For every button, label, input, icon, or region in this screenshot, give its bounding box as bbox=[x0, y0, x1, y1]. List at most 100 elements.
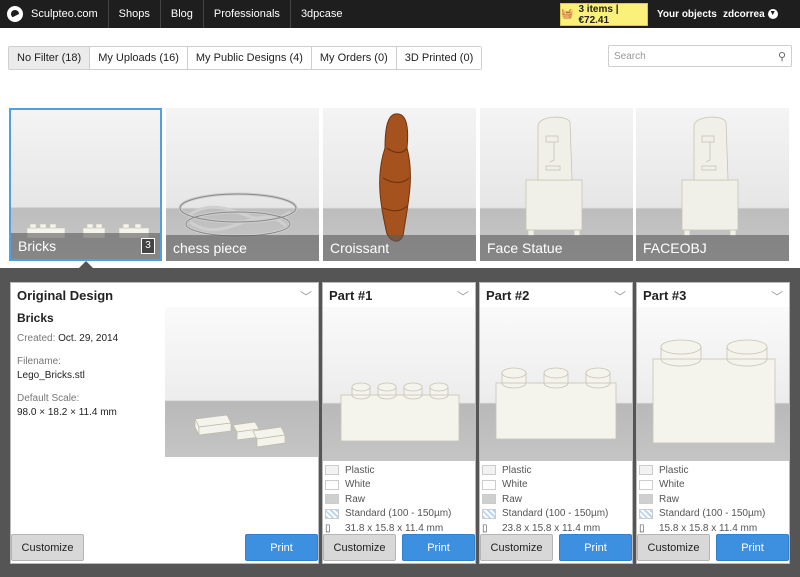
print-button[interactable]: Print bbox=[245, 534, 318, 561]
print-button[interactable]: Print bbox=[402, 534, 475, 561]
material-swatch-icon bbox=[482, 465, 496, 475]
spec-dimensions: ▯ 31.8 x 15.8 x 11.4 mm bbox=[323, 521, 475, 535]
thumbnail-croissant[interactable]: Croissant bbox=[323, 108, 476, 261]
logo-link[interactable]: Sculpteo.com bbox=[0, 0, 109, 28]
brick-2x2-render bbox=[652, 339, 776, 444]
ruler-icon: ▯ bbox=[482, 523, 488, 534]
filter-tabs: No Filter (18) My Uploads (16) My Public… bbox=[8, 46, 483, 70]
chevron-down-icon[interactable]: ﹀ bbox=[771, 288, 783, 305]
spec-value: White bbox=[502, 479, 528, 490]
top-navbar: Sculpteo.com Shops Blog Professionals 3d… bbox=[0, 0, 800, 28]
thumbnail-title: Face Statue bbox=[480, 235, 633, 261]
default-scale-value: 98.0 × 18.2 × 11.4 mm bbox=[17, 407, 117, 418]
thumbnail-title: Bricks bbox=[11, 233, 160, 259]
bricks-render bbox=[194, 414, 286, 448]
thumbnail-faceobj[interactable]: FACEOBJ bbox=[636, 108, 789, 261]
customize-button[interactable]: Customize bbox=[11, 534, 84, 561]
quality-swatch-icon bbox=[325, 508, 339, 519]
card-title: Part #3 bbox=[643, 287, 687, 303]
chevron-down-icon[interactable]: ﹀ bbox=[614, 288, 626, 305]
thumbnail-face-statue[interactable]: Face Statue bbox=[480, 108, 633, 261]
spec-quality: Standard (100 - 150µm) bbox=[323, 507, 475, 521]
chevron-down-icon: ▼ bbox=[767, 9, 778, 19]
spec-color: White bbox=[480, 478, 632, 492]
card-title: Part #1 bbox=[329, 287, 373, 303]
created-value: Oct. 29, 2014 bbox=[58, 333, 119, 344]
spec-material: Plastic bbox=[480, 463, 632, 477]
ruler-icon: ▯ bbox=[325, 523, 331, 534]
part-card-1: Part #1 ﹀ Plastic White Raw Standard (10… bbox=[322, 282, 476, 564]
spec-value: Standard (100 - 150µm) bbox=[345, 508, 452, 519]
card-header: Part #1 ﹀ bbox=[323, 283, 475, 307]
spec-value: 15.8 x 15.8 x 11.4 mm bbox=[659, 522, 758, 534]
filter-my-uploads[interactable]: My Uploads (16) bbox=[90, 47, 188, 69]
spec-value: Standard (100 - 150µm) bbox=[502, 508, 609, 519]
design-info: Bricks Created: Oct. 29, 2014 Filename: … bbox=[17, 311, 167, 418]
filename-value: Lego_Bricks.stl bbox=[17, 370, 85, 381]
part-specs: Plastic White Raw Standard (100 - 150µm)… bbox=[637, 463, 789, 536]
color-swatch-icon bbox=[639, 479, 653, 490]
spec-value: Raw bbox=[345, 493, 366, 505]
cart-button[interactable]: 🧺 3 items | €72.41 bbox=[560, 3, 648, 26]
spec-quality: Standard (100 - 150µm) bbox=[480, 507, 632, 521]
original-design-card: Original Design ﹀ Bricks Created: Oct. 2… bbox=[10, 282, 319, 564]
thumbnail-bricks[interactable]: Bricks 3 bbox=[9, 108, 162, 261]
ruler-icon: ▯ bbox=[639, 523, 645, 534]
card-title: Original Design bbox=[17, 287, 114, 303]
search-input[interactable] bbox=[609, 46, 769, 67]
card-title: Part #2 bbox=[486, 287, 530, 303]
default-scale-label: Default Scale: bbox=[17, 393, 80, 404]
filter-count: (0) bbox=[459, 52, 474, 64]
your-objects-link[interactable]: Your objects bbox=[657, 0, 717, 28]
thumbnail-chess-piece[interactable]: chess piece bbox=[166, 108, 319, 261]
thumbnail-title: FACEOBJ bbox=[636, 235, 789, 261]
user-menu[interactable]: zdcorrea ▼ bbox=[723, 0, 778, 28]
spec-value: Raw bbox=[502, 493, 523, 505]
print-button[interactable]: Print bbox=[559, 534, 632, 561]
part-specs: Plastic White Raw Standard (100 - 150µm)… bbox=[323, 463, 475, 536]
nav-professionals[interactable]: Professionals bbox=[204, 0, 291, 28]
color-swatch-icon bbox=[482, 479, 496, 490]
filter-label: My Public Designs bbox=[195, 52, 287, 64]
filter-count: (4) bbox=[289, 52, 303, 64]
search-box: ⚲ bbox=[608, 45, 792, 67]
nav-3dpcase[interactable]: 3dpcase bbox=[291, 0, 353, 28]
filter-my-orders[interactable]: My Orders (0) bbox=[311, 47, 397, 69]
created-label: Created: bbox=[17, 333, 56, 344]
customize-button[interactable]: Customize bbox=[323, 534, 396, 561]
filter-3d-printed[interactable]: 3D Printed (0) bbox=[396, 47, 482, 69]
nav-shops[interactable]: Shops bbox=[109, 0, 161, 28]
cart-label: 3 items | €72.41 bbox=[578, 3, 619, 26]
spec-finish: Raw bbox=[480, 492, 632, 506]
color-swatch-icon bbox=[325, 479, 339, 490]
finish-swatch-icon bbox=[639, 494, 653, 504]
nav-blog[interactable]: Blog bbox=[161, 0, 204, 28]
material-swatch-icon bbox=[325, 465, 339, 475]
print-button[interactable]: Print bbox=[716, 534, 789, 561]
logo-text: Sculpteo.com bbox=[31, 8, 98, 20]
search-icon[interactable]: ⚲ bbox=[778, 50, 786, 63]
spec-value: Plastic bbox=[659, 464, 689, 476]
filter-my-public-designs[interactable]: My Public Designs (4) bbox=[187, 47, 312, 69]
spec-dimensions: ▯ 23.8 x 15.8 x 11.4 mm bbox=[480, 521, 632, 535]
filter-label: My Uploads bbox=[98, 52, 157, 64]
design-name: Bricks bbox=[17, 311, 54, 325]
part-specs: Plastic White Raw Standard (100 - 150µm)… bbox=[480, 463, 632, 536]
filter-no-filter[interactable]: No Filter (18) bbox=[9, 47, 91, 69]
username: zdcorrea bbox=[723, 8, 765, 20]
basket-icon: 🧺 bbox=[561, 9, 574, 20]
chevron-down-icon[interactable]: ﹀ bbox=[457, 288, 469, 305]
spec-color: White bbox=[637, 478, 789, 492]
finish-swatch-icon bbox=[325, 494, 339, 504]
quality-swatch-icon bbox=[639, 508, 653, 519]
part-card-2: Part #2 ﹀ Plastic White Raw Standard (10… bbox=[479, 282, 633, 564]
spec-material: Plastic bbox=[323, 463, 475, 477]
thumbnail-title: Croissant bbox=[323, 235, 476, 261]
chevron-down-icon[interactable]: ﹀ bbox=[300, 288, 312, 305]
finish-swatch-icon bbox=[482, 494, 496, 504]
filter-count: (16) bbox=[159, 52, 179, 64]
customize-button[interactable]: Customize bbox=[637, 534, 710, 561]
created-row: Created: Oct. 29, 2014 bbox=[17, 333, 167, 344]
spec-material: Plastic bbox=[637, 463, 789, 477]
customize-button[interactable]: Customize bbox=[480, 534, 553, 561]
